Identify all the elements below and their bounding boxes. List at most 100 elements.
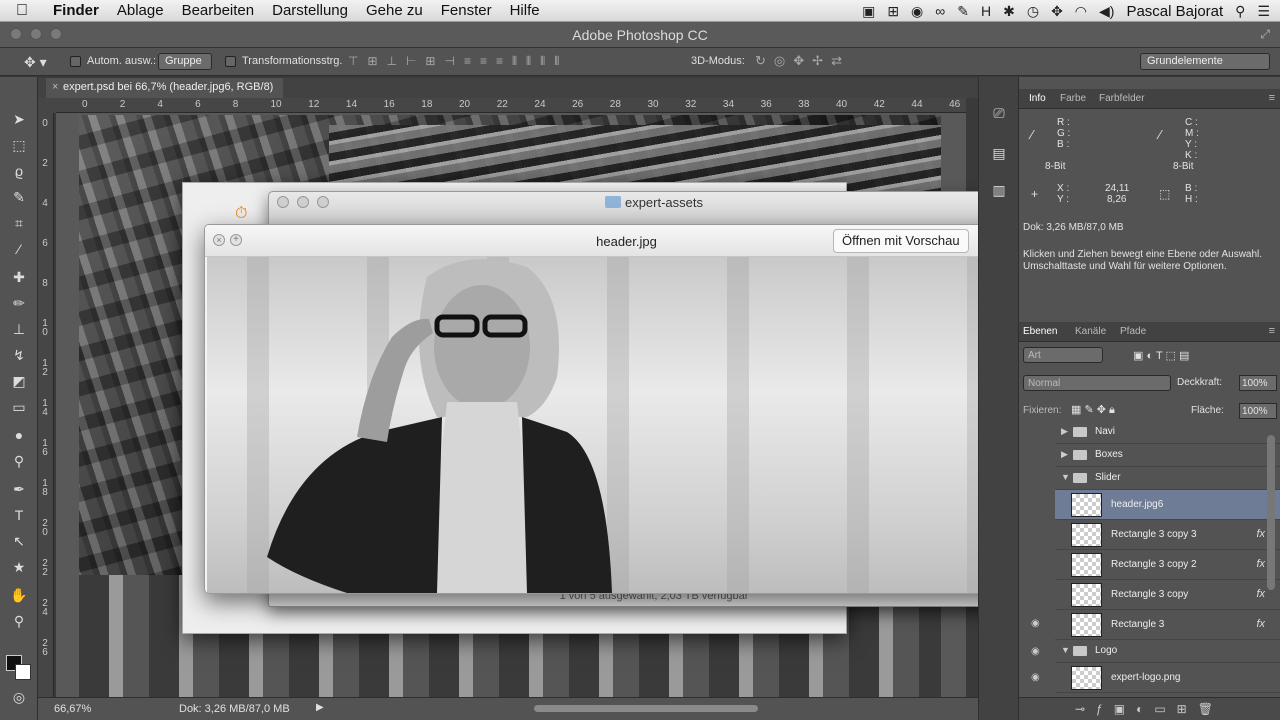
vertical-ruler[interactable]: 0 2 4 6 8 1 0 1 2 1 4 1 6 1 8 2 0 2 2 2 4 2 6 [38, 113, 54, 697]
adjustments-panel-icon[interactable]: ▥ [989, 182, 1009, 202]
fx-icon[interactable]: fx [1256, 588, 1265, 600]
blur-tool-icon[interactable]: ● [8, 425, 30, 445]
distribute-right-icon[interactable]: ⫴ [540, 54, 545, 69]
volume-icon[interactable]: ◀) [1099, 3, 1114, 20]
bluetooth-icon[interactable]: ✱ [1003, 3, 1015, 20]
align-hcenter-icon[interactable]: ⊞ [425, 54, 435, 69]
crop-tool-icon[interactable]: ⌗ [8, 213, 30, 233]
type-tool-icon[interactable]: T [8, 505, 30, 525]
dodge-tool-icon[interactable]: ⚲ [8, 451, 30, 471]
menu-bearbeiten[interactable]: Bearbeiten [173, 2, 264, 19]
align-bottom-icon[interactable]: ⊥ [387, 54, 397, 69]
align-left-icon[interactable]: ⊢ [406, 54, 416, 69]
3d-roll-icon[interactable]: ◎ [774, 53, 785, 69]
status-menu-arrow-icon[interactable]: ▶ [316, 702, 324, 713]
blend-mode-dropdown[interactable]: Normal [1023, 375, 1171, 391]
move-icon[interactable]: ✥ [1051, 3, 1063, 20]
layer-expert-logo[interactable]: expert-logo.png [1055, 663, 1280, 693]
menu-finder[interactable]: Finder [44, 2, 108, 19]
shape-tool-icon[interactable]: ★ [8, 557, 30, 577]
tab-ebenen[interactable]: Ebenen [1023, 326, 1057, 337]
3d-slide-icon[interactable]: ✢ [812, 53, 823, 69]
zoom-level[interactable]: 66,67% [54, 703, 91, 715]
fx-icon[interactable]: fx [1256, 528, 1265, 540]
menu-hilfe[interactable]: Hilfe [501, 2, 549, 19]
tab-kanaele[interactable]: Kanäle [1075, 326, 1106, 337]
open-with-preview-button[interactable]: Öffnen mit Vorschau [833, 229, 969, 253]
expand-triangle-icon[interactable]: ▶ [1061, 449, 1068, 460]
creative-cloud-icon[interactable]: ∞ [935, 3, 945, 19]
background-color-swatch[interactable] [15, 664, 31, 680]
pen-tool-icon[interactable]: ✒ [8, 479, 30, 499]
panel-menu-icon[interactable]: ≡ [1269, 92, 1275, 104]
grid-icon[interactable]: ⊞ [887, 3, 899, 20]
fx-icon[interactable]: fx [1256, 618, 1265, 630]
history-brush-tool-icon[interactable]: ↯ [8, 345, 30, 365]
layer-rectangle-3-copy-3[interactable]: Rectangle 3 copy 3 fx [1055, 520, 1280, 550]
hand-tool-icon[interactable]: ✋ [8, 585, 30, 605]
tab-farbfelder[interactable]: Farbfelder [1099, 93, 1145, 104]
menu-ablage[interactable]: Ablage [108, 2, 173, 19]
align-top-icon[interactable]: ⊤ [348, 54, 358, 69]
lasso-tool-icon[interactable]: ϱ [8, 161, 30, 181]
workspace-dropdown[interactable]: Grundelemente [1140, 53, 1270, 70]
distribute-top-icon[interactable]: ≡ [464, 54, 471, 69]
menu-gehe-zu[interactable]: Gehe zu [357, 2, 432, 19]
evernote-icon[interactable]: ◉ [911, 3, 923, 20]
layer-rectangle-3[interactable]: Rectangle 3 fx [1055, 610, 1280, 640]
screen-record-icon[interactable]: ▣ [862, 3, 875, 20]
spotlight-icon[interactable]: ⚲ [1235, 3, 1245, 20]
3d-scale-icon[interactable]: ⇄ [831, 53, 842, 69]
filter-pixel-icon[interactable]: ▣ ◐ T ⬚ ▤ [1133, 349, 1189, 362]
wifi-icon[interactable]: ◠ [1075, 3, 1087, 20]
healing-brush-tool-icon[interactable]: ✚ [8, 267, 30, 287]
fill-input[interactable]: 100% [1239, 403, 1277, 419]
layer-rectangle-3-copy[interactable]: Rectangle 3 copy fx [1055, 580, 1280, 610]
3d-rotate-icon[interactable]: ↻ [755, 53, 766, 69]
tab-pfade[interactable]: Pfade [1120, 326, 1146, 337]
quick-mask-icon[interactable]: ◎ [8, 687, 30, 707]
auto-align-icon[interactable]: ⦀ [554, 54, 559, 69]
time-machine-icon[interactable]: ◷ [1027, 3, 1039, 20]
move-tool-icon[interactable]: ➤ [8, 109, 30, 129]
brush-tool-icon[interactable]: ✏ [8, 293, 30, 313]
path-select-tool-icon[interactable]: ↖ [8, 531, 30, 551]
user-name[interactable]: Pascal Bajorat [1126, 3, 1223, 20]
zoom-tool-icon[interactable]: ⚲ [8, 611, 30, 631]
eyedropper-tool-icon[interactable]: ⁄ [8, 239, 30, 259]
layer-kind-filter[interactable]: Art [1023, 347, 1103, 363]
tab-farbe[interactable]: Farbe [1060, 93, 1086, 104]
expand-triangle-icon[interactable]: ▶ [1061, 426, 1068, 437]
layer-group-logo[interactable]: ▼ Logo [1055, 640, 1280, 663]
visibility-eye-icon[interactable]: ◉ [1031, 672, 1040, 683]
auto-select-checkbox[interactable] [70, 56, 81, 67]
opacity-input[interactable]: 100% [1239, 375, 1277, 391]
h-icon[interactable]: H [981, 3, 991, 19]
menu-darstellung[interactable]: Darstellung [263, 2, 357, 19]
visibility-eye-icon[interactable]: ◉ [1031, 618, 1040, 629]
layers-panel-menu-icon[interactable]: ≡ [1269, 325, 1275, 337]
auto-select-dropdown[interactable]: Gruppe [158, 53, 212, 70]
properties-panel-icon[interactable]: ▤ [989, 145, 1009, 165]
close-document-icon[interactable]: × [52, 81, 58, 93]
move-tool-icon[interactable]: ✥ ▾ [24, 54, 47, 71]
distribute-vcenter-icon[interactable]: ≡ [480, 54, 487, 69]
fx-icon[interactable]: fx [1256, 558, 1265, 570]
layer-group-boxes[interactable]: ▶ Boxes [1055, 444, 1280, 467]
history-panel-icon[interactable]: ⎚ [989, 105, 1009, 125]
visibility-eye-icon[interactable]: ◉ [1031, 646, 1040, 657]
distribute-bottom-icon[interactable]: ≡ [496, 54, 503, 69]
tab-info[interactable]: Info [1029, 93, 1046, 104]
gradient-tool-icon[interactable]: ▭ [8, 397, 30, 417]
apple-icon[interactable]:  [0, 2, 44, 20]
layer-rectangle-3-copy-2[interactable]: Rectangle 3 copy 2 fx [1055, 550, 1280, 580]
list-icon[interactable]: ☰ [1257, 3, 1270, 20]
horizontal-scrollbar[interactable] [534, 705, 758, 712]
eraser-tool-icon[interactable]: ◩ [8, 371, 30, 391]
layer-header-jpg[interactable]: header.jpg6 [1055, 490, 1280, 520]
document-tab[interactable]: × expert.psd bei 66,7% (header.jpg6, RGB… [46, 78, 284, 98]
lock-icons[interactable]: ▦ ✎ ✥ 🔒︎ [1071, 403, 1115, 417]
layers-scrollbar[interactable] [1267, 435, 1275, 590]
adobe-icon[interactable]: ✎ [957, 3, 969, 20]
stamp-tool-icon[interactable]: ⊥ [8, 319, 30, 339]
